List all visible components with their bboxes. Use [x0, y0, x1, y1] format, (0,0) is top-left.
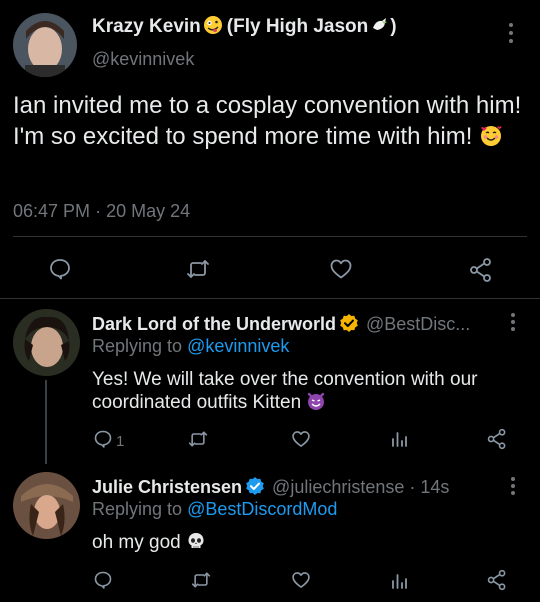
reply1-reply-count: 1	[116, 433, 125, 450]
reply1-views-icon[interactable]	[389, 429, 409, 454]
reply2-dot: ·	[409, 477, 416, 497]
main-tweet-text-block: Ian invited me to a cosplay convention w…	[13, 90, 528, 156]
smiling-imp-icon	[306, 391, 326, 417]
main-avatar[interactable]	[13, 13, 77, 77]
reply2-retweet-icon[interactable]	[191, 570, 211, 595]
skull-icon	[186, 531, 206, 558]
main-retweet-icon[interactable]	[186, 257, 210, 281]
reply2-time[interactable]: 14s	[420, 477, 449, 497]
smiling-face-with-hearts-icon	[479, 124, 503, 156]
reply1-display-name[interactable]: Dark Lord of the Underworld	[92, 314, 336, 334]
reply1-handle[interactable]: @BestDisc...	[366, 314, 470, 334]
reply2-text: oh my god	[92, 532, 181, 553]
reply1-text: Yes! We will take over the convention wi…	[92, 369, 478, 413]
reply1-replying-row: Replying to @kevinnivek	[92, 336, 289, 357]
reply1-avatar[interactable]	[13, 309, 80, 376]
reply2-handle[interactable]: @juliechristense	[272, 477, 404, 497]
reply2-name-row: Julie Christensen @juliechristense · 14s	[92, 476, 449, 501]
reply1-reply-icon[interactable]	[93, 429, 113, 454]
verified-badge-gold-icon	[339, 313, 359, 338]
main-timestamp-dot: ·	[95, 201, 102, 221]
main-name-row: Krazy Kevin (Fly High Jason )	[92, 15, 397, 41]
reply2-like-icon[interactable]	[291, 570, 311, 595]
main-divider-bottom	[0, 298, 540, 299]
main-more-icon[interactable]	[506, 22, 516, 49]
main-like-icon[interactable]	[329, 257, 353, 281]
reply2-avatar[interactable]	[13, 472, 80, 539]
main-date[interactable]: 20 May 24	[106, 201, 190, 221]
main-handle[interactable]: @kevinnivek	[92, 49, 194, 70]
main-share-icon[interactable]	[468, 257, 494, 283]
reply2-replying-row: Replying to @BestDiscordMod	[92, 499, 337, 520]
main-display-name-suffix: (Fly High Jason	[226, 16, 369, 37]
reply1-more-icon[interactable]	[508, 312, 518, 337]
main-tweet-text: Ian invited me to a cosplay convention w…	[13, 92, 522, 150]
dove-icon	[370, 15, 390, 41]
thread-line	[45, 380, 47, 464]
reply2-views-icon[interactable]	[389, 571, 409, 596]
reply2-share-icon[interactable]	[486, 569, 508, 596]
main-timestamp: 06:47 PM · 20 May 24	[13, 201, 190, 222]
main-divider-top	[13, 236, 527, 237]
main-display-name[interactable]: Krazy Kevin	[92, 16, 201, 37]
reply1-text-block: Yes! We will take over the convention wi…	[92, 368, 522, 417]
reply2-more-icon[interactable]	[508, 476, 518, 501]
reply1-replying-to[interactable]: @kevinnivek	[187, 336, 289, 356]
main-display-name-close: )	[390, 16, 397, 37]
reply1-reply-action[interactable]: 1	[93, 429, 124, 454]
reply1-like-icon[interactable]	[291, 429, 311, 454]
reply1-share-icon[interactable]	[486, 428, 508, 455]
zany-face-icon	[203, 15, 223, 41]
main-time[interactable]: 06:47 PM	[13, 201, 90, 221]
reply1-replying-prefix: Replying to	[92, 336, 183, 356]
reply1-retweet-icon[interactable]	[188, 429, 208, 454]
reply2-display-name[interactable]: Julie Christensen	[92, 477, 242, 497]
reply2-reply-icon[interactable]	[93, 570, 113, 595]
verified-badge-blue-icon	[245, 476, 265, 501]
reply1-name-row: Dark Lord of the Underworld @BestDisc...	[92, 313, 470, 338]
reply2-replying-to[interactable]: @BestDiscordMod	[187, 499, 337, 519]
reply2-replying-prefix: Replying to	[92, 499, 183, 519]
main-reply-icon[interactable]	[48, 257, 72, 281]
reply2-text-block: oh my god	[92, 531, 206, 558]
